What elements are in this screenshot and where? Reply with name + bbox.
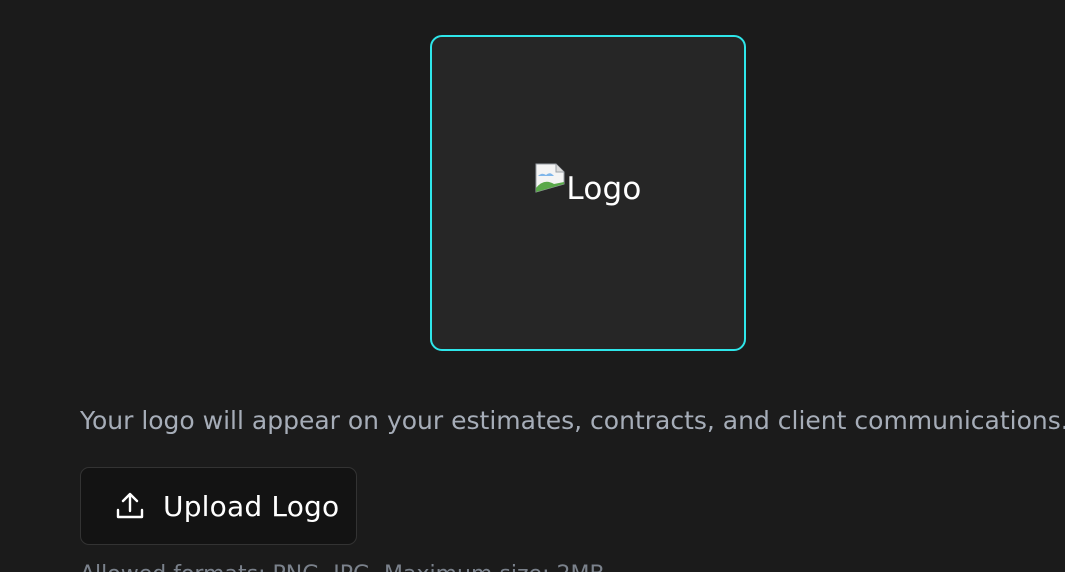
logo-preview-frame: Logo — [430, 35, 746, 351]
upload-logo-label: Upload Logo — [163, 489, 340, 523]
upload-logo-button[interactable]: Upload Logo — [80, 467, 357, 545]
logo-image: Logo — [534, 163, 642, 207]
logo-alt-text: Logo — [566, 171, 642, 207]
logo-help-text: Your logo will appear on your estimates,… — [80, 406, 1065, 435]
broken-image-icon — [535, 163, 565, 193]
allowed-formats-text: Allowed formats: PNG, JPG. Maximum size:… — [80, 560, 612, 572]
upload-icon — [116, 492, 144, 519]
logo-settings-page: Logo Your logo will appear on your estim… — [0, 0, 1065, 572]
